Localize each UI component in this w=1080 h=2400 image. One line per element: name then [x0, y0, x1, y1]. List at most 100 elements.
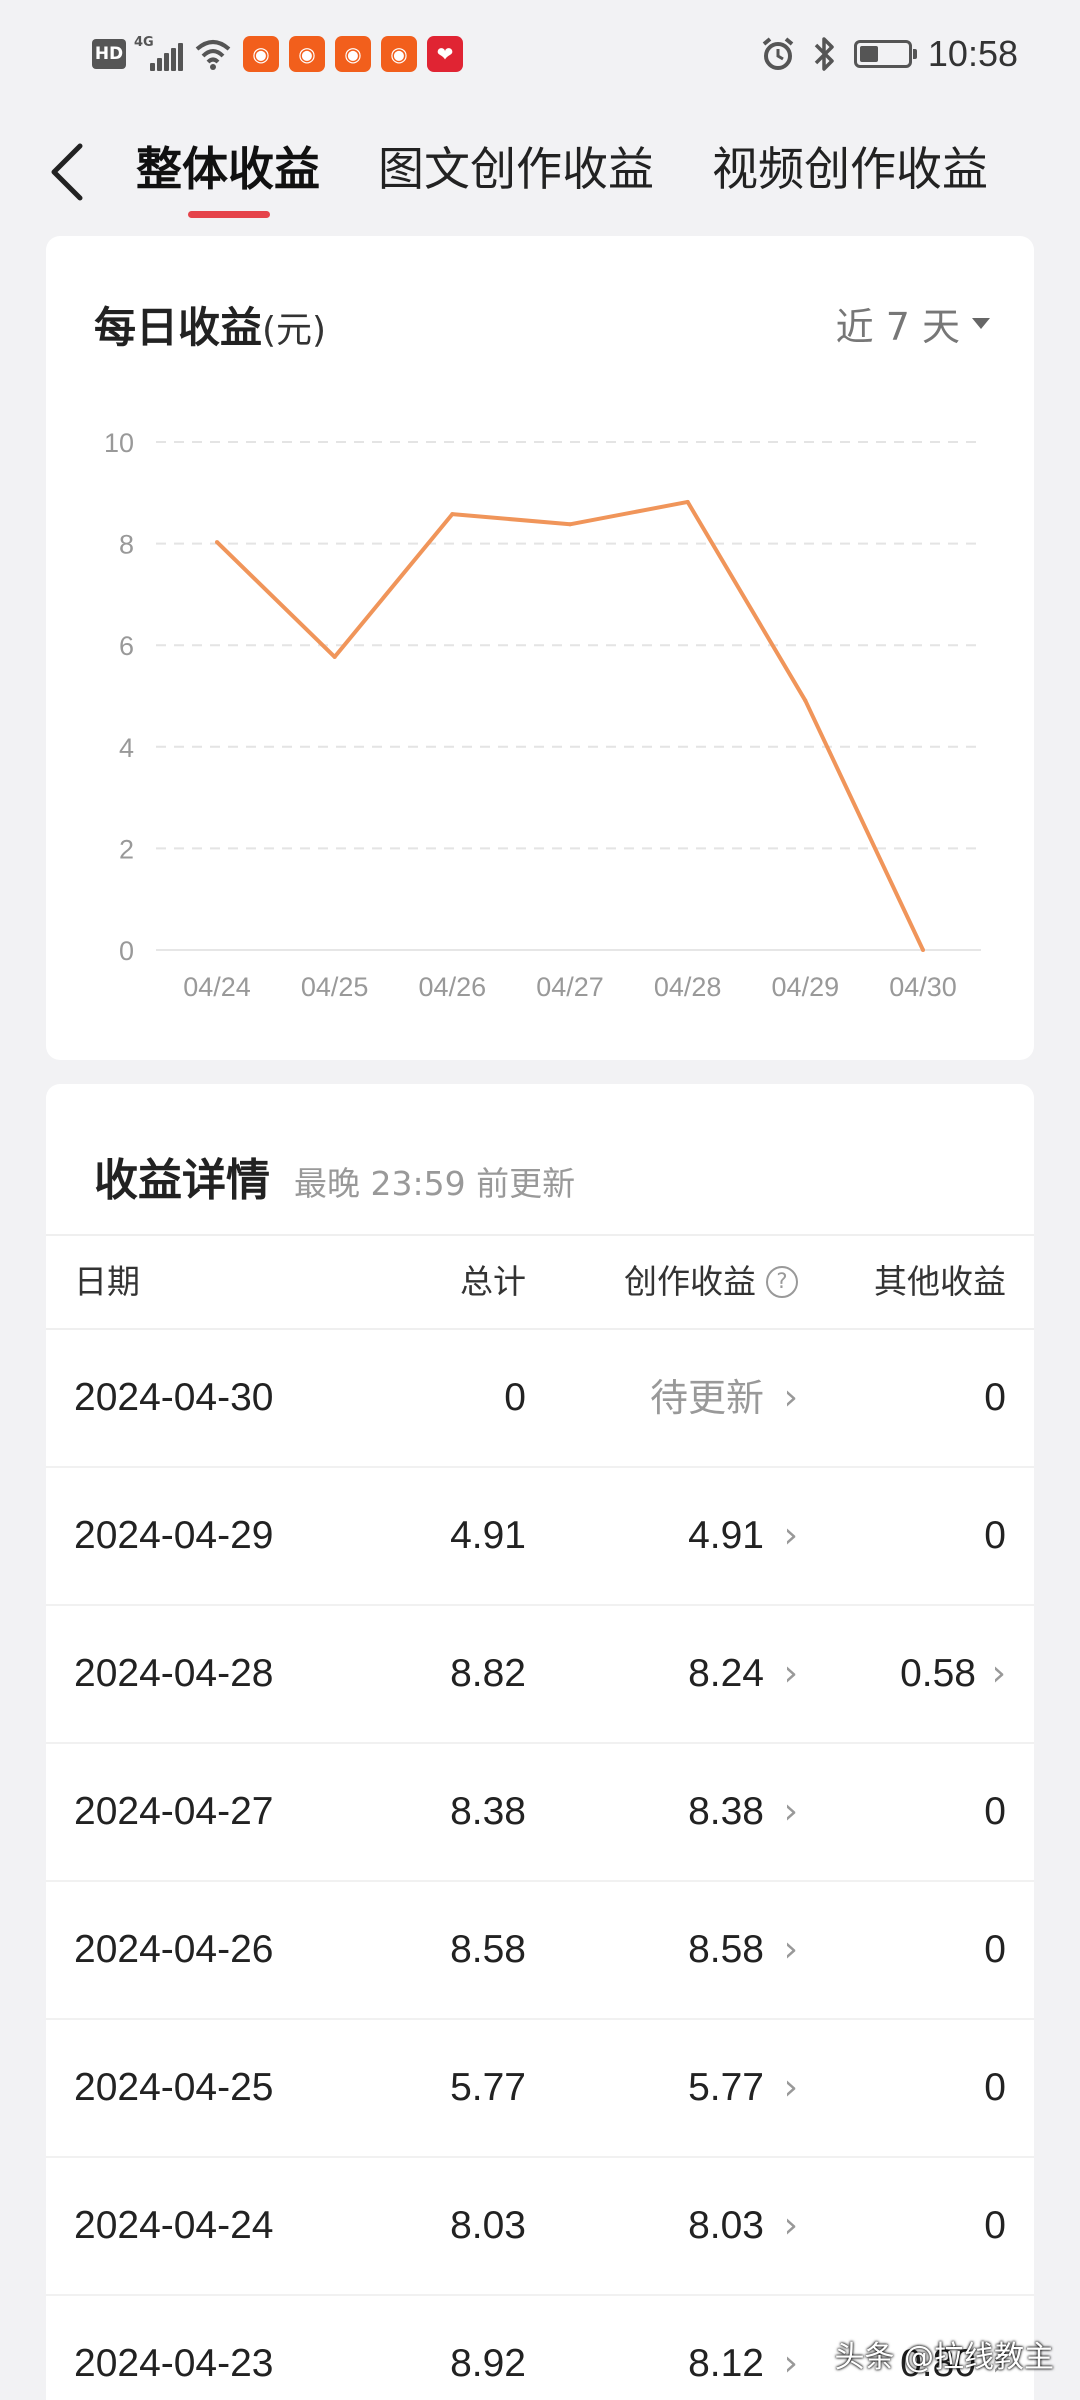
table-row[interactable]: 2024-04-27 8.38 8.38 › 0	[46, 1744, 1034, 1882]
chart-title-text: 每日收益	[94, 303, 263, 352]
tab-label: 整体收益	[136, 142, 320, 196]
active-tab-indicator	[188, 211, 270, 218]
row-date: 2024-04-28	[74, 1652, 274, 1695]
row-date: 2024-04-25	[74, 2066, 274, 2109]
help-icon[interactable]: ?	[766, 1266, 798, 1298]
column-header-other: 其他收益	[874, 1262, 1006, 1301]
row-total: 8.82	[450, 1652, 526, 1695]
income-series-line	[215, 499, 925, 951]
row-date: 2024-04-29	[74, 1514, 274, 1557]
x-tick-label: 04/24	[183, 972, 251, 1002]
row-create-income[interactable]: 5.77	[688, 2020, 764, 2156]
row-date: 2024-04-24	[74, 2204, 274, 2247]
chart-title: 每日收益(元)	[94, 294, 326, 355]
table-row[interactable]: 2024-04-24 8.03 8.03 › 0	[46, 2158, 1034, 2296]
row-total: 4.91	[450, 1514, 526, 1557]
table-row[interactable]: 2024-04-26 8.58 8.58 › 0	[46, 1882, 1034, 2020]
tab-label: 图文创作收益	[378, 142, 654, 196]
y-tick-label: 8	[119, 530, 134, 560]
x-tick-label: 04/29	[772, 972, 840, 1002]
row-create-income[interactable]: 待更新	[650, 1330, 764, 1466]
row-create-income[interactable]: 8.12	[688, 2296, 764, 2400]
chevron-right-icon[interactable]: ›	[784, 2296, 798, 2400]
app-notification-icon: ◉	[335, 36, 371, 72]
row-other-income: 0	[984, 1928, 1006, 1971]
row-total: 8.58	[450, 1928, 526, 1971]
row-create-income[interactable]: 8.38	[688, 1744, 764, 1880]
table-row[interactable]: 2024-04-29 4.91 4.91 › 0	[46, 1468, 1034, 1606]
row-other-income: 0	[984, 2066, 1006, 2109]
back-button[interactable]	[40, 140, 96, 204]
income-data-point	[921, 948, 925, 952]
row-create-income[interactable]: 8.24	[688, 1606, 764, 1742]
row-other-income: 0	[984, 1790, 1006, 1833]
detail-subtitle: 最晚 23:59 前更新	[294, 1164, 576, 1203]
table-row[interactable]: 2024-04-30 0 待更新 › 0	[46, 1330, 1034, 1468]
network-type: 4G	[134, 35, 154, 50]
app-notification-icon: ❤	[427, 36, 463, 72]
tab-video-income[interactable]: 视频创作收益	[712, 134, 988, 214]
row-other-income: 0	[984, 2204, 1006, 2247]
cellular-signal-icon: 4G	[134, 35, 183, 71]
row-create-income[interactable]: 8.58	[688, 1882, 764, 2018]
tab-overall-income[interactable]: 整体收益	[136, 134, 320, 218]
income-data-point	[568, 522, 572, 527]
income-data-point	[332, 654, 337, 659]
row-total: 8.03	[450, 2204, 526, 2247]
chevron-right-icon[interactable]: ›	[784, 1468, 798, 1604]
status-bar: HD 4G ◉ ◉ ◉ ◉ ❤ 10:58	[0, 0, 1080, 110]
income-data-point	[450, 512, 455, 517]
wifi-icon	[195, 40, 231, 70]
date-range-value: 近 7 天	[835, 305, 960, 349]
row-other-income[interactable]: 0.58	[900, 1606, 976, 1742]
row-date: 2024-04-30	[74, 1376, 274, 1419]
x-tick-label: 04/25	[301, 972, 369, 1002]
chevron-right-icon[interactable]: ›	[784, 2158, 798, 2294]
alarm-icon	[762, 37, 794, 70]
column-header-total: 总计	[460, 1262, 526, 1301]
row-total: 8.38	[450, 1790, 526, 1833]
back-arrow-icon	[51, 143, 83, 201]
chevron-right-icon[interactable]: ›	[992, 1606, 1006, 1742]
app-notification-icon: ◉	[289, 36, 325, 72]
status-left: HD 4G ◉ ◉ ◉ ◉ ❤	[92, 34, 463, 74]
row-date: 2024-04-26	[74, 1928, 274, 1971]
income-data-point	[685, 499, 690, 504]
x-tick-label: 04/26	[419, 972, 487, 1002]
y-tick-label: 6	[119, 631, 134, 661]
income-data-point	[215, 540, 219, 545]
row-create-income[interactable]: 8.03	[688, 2158, 764, 2294]
tab-bar: 整体收益 图文创作收益 视频创作收益	[136, 134, 1060, 218]
chevron-right-icon[interactable]: ›	[784, 2020, 798, 2156]
chevron-right-icon[interactable]: ›	[784, 1330, 798, 1466]
table-row[interactable]: 2024-04-25 5.77 5.77 › 0	[46, 2020, 1034, 2158]
income-detail-card: 收益详情 最晚 23:59 前更新 日期 总计 创作收益 ? 其他收益 2024…	[46, 1084, 1034, 2400]
app-notification-icon: ◉	[243, 36, 279, 72]
column-header-create-label: 创作收益	[624, 1262, 756, 1301]
tab-article-income[interactable]: 图文创作收益	[378, 134, 654, 214]
date-range-dropdown[interactable]: 近 7 天	[836, 296, 990, 351]
app-notification-icon: ◉	[381, 36, 417, 72]
y-tick-label: 10	[104, 428, 134, 458]
battery-icon	[853, 40, 917, 68]
x-tick-label: 04/28	[654, 972, 722, 1002]
daily-income-card: 0 2 4 6 8 10 04/24 04/25 04/26 04/27 04/28 04/29 04/…	[46, 236, 1034, 1060]
chevron-right-icon[interactable]: ›	[784, 1882, 798, 2018]
bluetooth-icon	[814, 37, 834, 71]
income-table-body: 2024-04-30 0 待更新 › 0 2024-04-29 4.91 4.91 › 0 2024…	[46, 1330, 1034, 2400]
row-date: 2024-04-23	[74, 2342, 274, 2385]
table-row[interactable]: 2024-04-28 8.82 8.24 › 0.58 ›	[46, 1606, 1034, 1744]
watermark: 头条 @拉线教主	[834, 2340, 1054, 2375]
caret-down-icon	[972, 318, 990, 329]
chevron-right-icon[interactable]: ›	[784, 1744, 798, 1880]
battery-level	[859, 46, 879, 62]
row-total: 5.77	[450, 2066, 526, 2109]
row-total: 8.92	[450, 2342, 526, 2385]
chevron-right-icon[interactable]: ›	[784, 1606, 798, 1742]
y-tick-label: 2	[119, 834, 134, 864]
y-tick-label: 0	[119, 936, 134, 966]
table-header: 日期 总计 创作收益 ? 其他收益	[46, 1234, 1034, 1330]
y-tick-label: 4	[119, 733, 134, 763]
row-create-income[interactable]: 4.91	[688, 1468, 764, 1604]
hd-icon: HD	[92, 39, 126, 69]
